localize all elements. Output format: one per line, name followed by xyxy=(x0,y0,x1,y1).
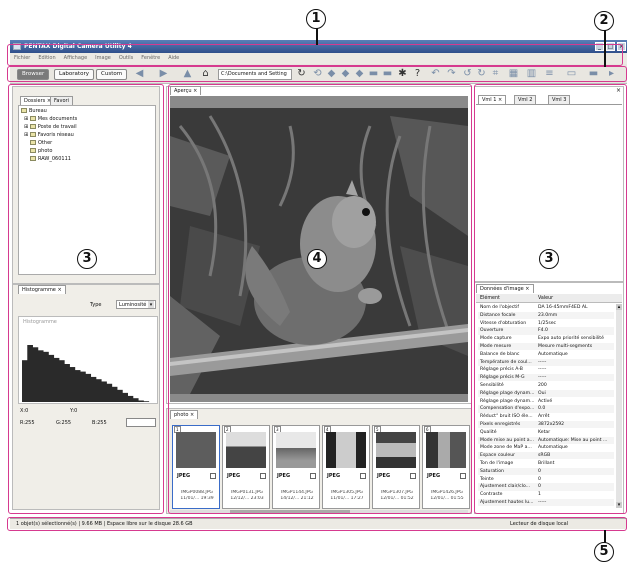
callout-number: 2 xyxy=(594,11,614,31)
callout-region-1 xyxy=(7,44,623,66)
leader-line xyxy=(316,28,318,45)
callout-region-3-left xyxy=(8,84,164,514)
callout-region-4 xyxy=(168,84,472,514)
callout-region-3-right xyxy=(474,84,627,514)
callout-region-5 xyxy=(7,517,627,531)
callout-number: 4 xyxy=(307,249,327,269)
callout-region-2 xyxy=(7,66,627,82)
callout-number: 3 xyxy=(539,249,559,269)
callout-number: 1 xyxy=(306,9,326,29)
callout-number: 5 xyxy=(594,542,614,562)
callout-number: 3 xyxy=(77,249,97,269)
leader-line xyxy=(604,30,606,67)
